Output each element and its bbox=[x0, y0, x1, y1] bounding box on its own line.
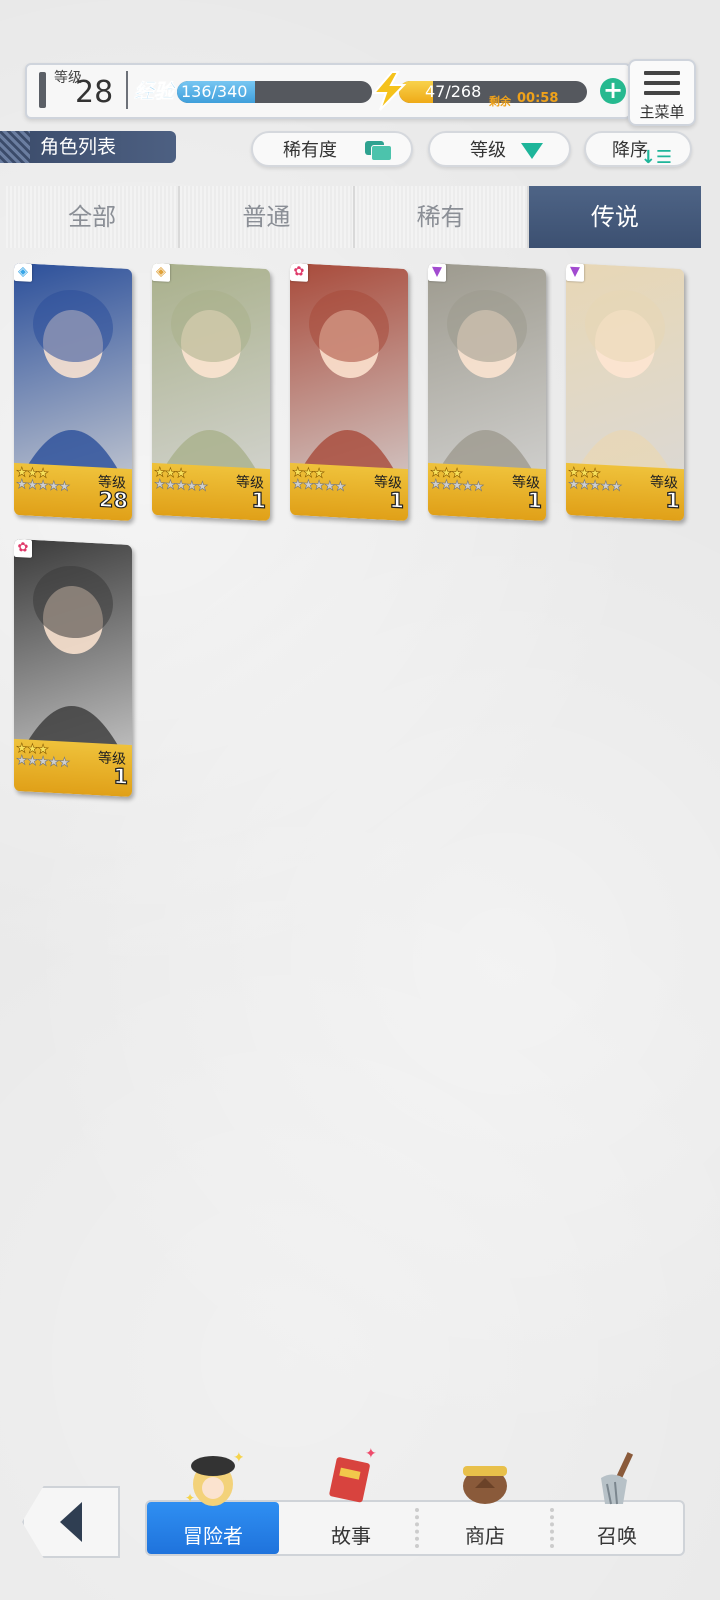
card-footer: ★★★★★ ★★★ 等级 1 bbox=[566, 462, 684, 522]
svg-text:✦: ✦ bbox=[233, 1450, 243, 1466]
level-accent-bar bbox=[39, 72, 46, 108]
nav-summon-label: 召唤 bbox=[597, 1524, 637, 1548]
card-level-value: 28 bbox=[98, 487, 128, 514]
svg-text:✦: ✦ bbox=[185, 1491, 195, 1505]
card-level-value: 1 bbox=[665, 488, 681, 514]
plus-icon: + bbox=[602, 76, 624, 104]
book-icon: ✦ bbox=[329, 1448, 377, 1503]
dark-triangle-icon: ▼ bbox=[566, 262, 584, 282]
exp-value: 136/340 bbox=[181, 82, 248, 101]
card-footer: ★★★★★ ★★★ 等级 1 bbox=[428, 462, 546, 522]
character-portrait bbox=[152, 262, 270, 478]
main-menu-button[interactable]: 主菜单 bbox=[628, 59, 696, 126]
energy-value: 47/268 bbox=[425, 82, 482, 101]
back-arrow-icon bbox=[60, 1502, 82, 1542]
nav-summon[interactable]: 召唤 bbox=[551, 1452, 683, 1554]
rarity-stars-icon: ★★★ bbox=[292, 465, 325, 482]
card-footer: ★★★★★ ★★★ 等级 1 bbox=[14, 738, 132, 798]
nav-shop-label: 商店 bbox=[465, 1524, 505, 1548]
character-portrait bbox=[14, 262, 132, 478]
card-level-value: 1 bbox=[113, 764, 129, 790]
level-sort-label: 等级 bbox=[470, 140, 506, 161]
nav-adventurer-label: 冒险者 bbox=[183, 1524, 243, 1548]
fire-flower-icon: ✿ bbox=[290, 262, 308, 282]
nav-story-label: 故事 bbox=[331, 1524, 371, 1548]
fire-flower-icon: ✿ bbox=[14, 538, 32, 558]
rarity-stars-icon: ★★★ bbox=[16, 465, 49, 482]
character-card[interactable]: ✿ ★★★★★ ★★★ 等级 1 bbox=[14, 538, 132, 798]
card-level-value: 1 bbox=[251, 488, 267, 514]
water-diamond-icon: ◈ bbox=[14, 262, 32, 282]
lightning-icon bbox=[371, 71, 407, 111]
tab-common[interactable]: 普通 bbox=[180, 186, 355, 248]
nav-shop[interactable]: 商店 bbox=[419, 1466, 551, 1554]
earth-diamond-icon: ◈ bbox=[152, 262, 170, 282]
card-footer: ★★★★★ ★★★ 等级 1 bbox=[152, 462, 270, 522]
character-card[interactable]: ✿ ★★★★★ ★★★ 等级 1 bbox=[290, 262, 408, 522]
character-card[interactable]: ▼ ★★★★★ ★★★ 等级 1 bbox=[566, 262, 684, 522]
nav-story[interactable]: ✦ 故事 bbox=[285, 1448, 417, 1554]
character-card[interactable]: ◈ ★★★★★ ★★★ 等级 28 bbox=[14, 262, 132, 522]
bottom-nav: ✦ ✦ 冒险者 ✦ 故事 商店 召唤 bbox=[145, 1448, 685, 1556]
cards-stack-icon bbox=[365, 141, 392, 161]
rarity-filter-button[interactable]: 稀有度 bbox=[251, 131, 413, 167]
add-energy-button[interactable]: + bbox=[600, 78, 626, 104]
rarity-stars-icon: ★★★ bbox=[16, 741, 49, 758]
tab-legendary[interactable]: 传说 bbox=[528, 186, 701, 248]
shop-bag-icon bbox=[463, 1466, 507, 1504]
rarity-tabs: 全部 普通 稀有 传说 bbox=[6, 186, 701, 248]
dark-triangle-icon: ▼ bbox=[428, 262, 446, 282]
tab-rare[interactable]: 稀有 bbox=[354, 186, 529, 248]
rarity-stars-icon: ★★★ bbox=[430, 465, 463, 482]
character-portrait bbox=[290, 262, 408, 478]
level-sort-button[interactable]: 等级 bbox=[428, 131, 571, 167]
divider bbox=[126, 71, 128, 109]
rarity-stars-icon: ★★★ bbox=[568, 465, 601, 482]
card-level-value: 1 bbox=[527, 488, 543, 514]
order-toggle-button[interactable]: 降序 ↓☰ bbox=[584, 131, 692, 168]
character-portrait bbox=[428, 262, 546, 478]
svg-text:✦: ✦ bbox=[365, 1448, 377, 1462]
page-title: 角色列表 bbox=[0, 131, 176, 163]
rarity-filter-label: 稀有度 bbox=[283, 140, 337, 161]
main-menu-label: 主菜单 bbox=[639, 103, 685, 121]
hamburger-icon bbox=[644, 71, 680, 101]
card-footer: ★★★★★ ★★★ 等级 1 bbox=[290, 462, 408, 522]
remain-time: 00:58 bbox=[517, 91, 559, 106]
player-level: 28 bbox=[75, 75, 114, 110]
character-card[interactable]: ◈ ★★★★★ ★★★ 等级 1 bbox=[152, 262, 270, 522]
card-level-value: 1 bbox=[389, 488, 405, 514]
adventurer-avatar-icon: ✦ ✦ bbox=[185, 1450, 243, 1506]
character-portrait bbox=[566, 262, 684, 478]
remain-label: 剩余 bbox=[489, 95, 511, 108]
exp-icon: 经验 bbox=[134, 79, 175, 104]
summon-staff-icon bbox=[601, 1452, 634, 1505]
nav-adventurer[interactable]: ✦ ✦ 冒险者 bbox=[147, 1450, 279, 1554]
character-card[interactable]: ▼ ★★★★★ ★★★ 等级 1 bbox=[428, 262, 546, 522]
rarity-stars-icon: ★★★ bbox=[154, 465, 187, 482]
tab-all[interactable]: 全部 bbox=[6, 186, 181, 248]
player-status-bar: 等级 28 经验 136/340 47/268 剩余 00:58 + bbox=[25, 63, 631, 119]
character-portrait bbox=[14, 538, 132, 754]
card-footer: ★★★★★ ★★★ 等级 28 bbox=[14, 462, 132, 522]
triangle-down-icon bbox=[521, 143, 543, 159]
sort-descending-icon: ↓☰ bbox=[640, 147, 672, 168]
